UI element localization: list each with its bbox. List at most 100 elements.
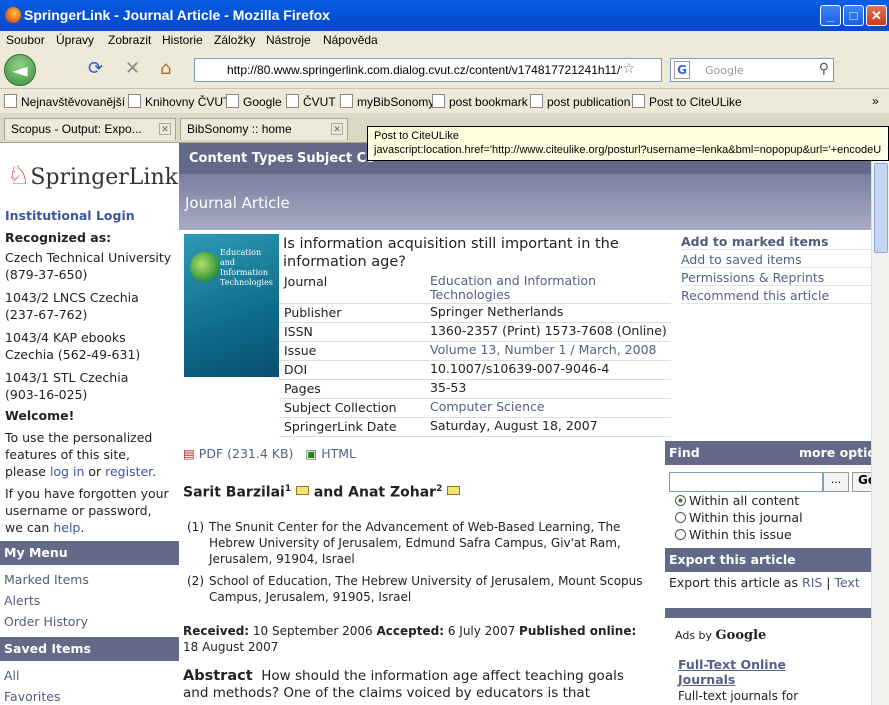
recommend-article-link[interactable]: Recommend this article: [681, 288, 871, 304]
reload-icon[interactable]: ⟳: [88, 59, 103, 79]
minimize-button[interactable]: _: [820, 5, 841, 26]
meta-issue: Issue Volume 13, Number 1 / March, 2008: [279, 342, 671, 361]
pdf-link[interactable]: PDF (231.4 KB): [199, 446, 294, 461]
ad-description: Full-text journals for: [678, 689, 799, 703]
go-button[interactable]: Go: [852, 472, 872, 492]
journal-cover-image[interactable]: Education and Information Technologies: [184, 234, 279, 377]
maximize-button[interactable]: □: [843, 5, 864, 26]
nav-subject-collections[interactable]: Subject Co: [297, 151, 375, 166]
meta-issn: ISSN 1360-2357 (Print) 1573-7608 (Online): [279, 323, 671, 342]
menu-nastroje[interactable]: Nástroje: [266, 33, 311, 47]
export-ris-link[interactable]: RIS: [802, 575, 822, 590]
star-icon[interactable]: ☆: [622, 61, 635, 77]
meta-springerlink-date: SpringerLink Date Saturday, August 18, 20…: [279, 418, 671, 437]
url-bar[interactable]: http://80.www.springerlink.com.dialog.cv…: [194, 58, 662, 82]
bookmark-post-publication[interactable]: post publication: [530, 94, 630, 109]
bookmark-most-visited[interactable]: Nejnavštěvovanější: [4, 94, 125, 109]
menu-zalozky[interactable]: Záložky: [214, 33, 255, 47]
bookmark-knihovny[interactable]: Knihovny ČVUT: [128, 94, 230, 109]
abstract-label: Abstract: [183, 668, 253, 684]
radio-this-issue[interactable]: Within this issue: [675, 527, 792, 542]
my-menu-header: My Menu: [0, 541, 179, 565]
tab-scopus[interactable]: Scopus - Output: Expo... ✕: [4, 118, 176, 140]
recognized-as-label: Recognized as:: [5, 230, 112, 245]
subject-link[interactable]: Computer Science: [430, 400, 670, 414]
bookmark-google[interactable]: Google: [226, 94, 282, 109]
org-2: 1043/2 LNCS Czechia (237-67-762): [5, 290, 139, 322]
globe-icon: [190, 252, 220, 282]
saved-all[interactable]: All: [4, 668, 20, 683]
vertical-scrollbar[interactable]: [871, 143, 889, 705]
html-link[interactable]: HTML: [321, 446, 356, 461]
close-icon[interactable]: ✕: [159, 123, 171, 135]
issue-link[interactable]: Volume 13, Number 1 / March, 2008: [430, 343, 670, 357]
scrollbar-thumb[interactable]: [874, 163, 888, 253]
url-text[interactable]: http://80.www.springerlink.com.dialog.cv…: [227, 63, 622, 77]
close-icon[interactable]: ✕: [331, 123, 343, 135]
menu-historie[interactable]: Historie: [162, 33, 203, 47]
more-options-link[interactable]: more optio: [799, 445, 876, 460]
help-link[interactable]: help: [53, 520, 80, 535]
saved-items-header: Saved Items: [0, 637, 179, 661]
divider: [665, 608, 871, 618]
html-icon: ▣: [305, 446, 318, 461]
springerlink-logo: ♘SpringerLink: [7, 161, 178, 191]
bookmark-post-bookmark[interactable]: post bookmark: [432, 94, 528, 109]
chevron-more-icon[interactable]: »: [872, 94, 879, 108]
meta-pages: Pages 35-53: [279, 380, 671, 399]
menu-marked-items[interactable]: Marked Items: [4, 572, 89, 587]
find-input[interactable]: [669, 472, 823, 492]
export-text-link[interactable]: Text: [835, 575, 860, 590]
back-button[interactable]: ◄: [4, 54, 36, 86]
tab-bibsonomy[interactable]: BibSonomy :: home ✕: [180, 118, 348, 140]
authors: Sarit Barzilai1 and Anat Zohar2: [183, 484, 461, 501]
home-icon[interactable]: ⌂: [160, 59, 171, 79]
welcome-label: Welcome!: [5, 408, 75, 423]
stop-icon[interactable]: ✕: [125, 59, 140, 79]
ad-link[interactable]: Full-Text Online Journals: [678, 657, 808, 687]
menu-order-history[interactable]: Order History: [4, 614, 88, 629]
close-button[interactable]: ✕: [866, 5, 887, 26]
register-link[interactable]: register: [105, 464, 152, 479]
menu-alerts[interactable]: Alerts: [4, 593, 40, 608]
radio-all-content[interactable]: Within all content: [675, 493, 799, 508]
ads-by-google: Ads by Google: [675, 628, 767, 643]
add-to-saved-items-link[interactable]: Add to saved items: [681, 252, 871, 268]
meta-doi: DOI 10.1007/s10639-007-9046-4: [279, 361, 671, 380]
search-bar[interactable]: G Google ⚲: [670, 58, 834, 82]
institutional-login-link[interactable]: Institutional Login: [5, 207, 135, 224]
page-content: ♘SpringerLink Institutional Login Recogn…: [0, 143, 889, 705]
search-icon[interactable]: ⚲: [819, 61, 829, 77]
org-3: 1043/4 KAP ebooks Czechia (562-49-631): [5, 330, 141, 362]
left-sidebar: ♘SpringerLink Institutional Login Recogn…: [0, 143, 179, 705]
find-options-button[interactable]: ...: [823, 472, 849, 492]
firefox-icon: [5, 7, 21, 23]
email-icon[interactable]: [295, 485, 309, 495]
menu-napoveda[interactable]: Nápověda: [323, 33, 378, 47]
saved-favorites[interactable]: Favorites: [4, 689, 60, 704]
nav-content-types[interactable]: Content Types: [189, 151, 293, 166]
bookmark-cvut[interactable]: ČVUT: [286, 94, 336, 109]
meta-publisher: Publisher Springer Netherlands: [279, 304, 671, 323]
menu-bar: Soubor Úpravy Zobrazit Historie Záložky …: [0, 31, 889, 51]
tooltip: Post to CiteULike javascript:location.hr…: [367, 126, 889, 161]
search-input[interactable]: Google: [705, 64, 744, 77]
journal-link[interactable]: Education and Information Technologies: [430, 274, 670, 302]
menu-soubor[interactable]: Soubor: [6, 33, 45, 47]
google-engine-icon[interactable]: G: [674, 61, 690, 79]
meta-subject-collection: Subject Collection Computer Science: [279, 399, 671, 418]
menu-upravy[interactable]: Úpravy: [56, 33, 94, 47]
radio-this-journal[interactable]: Within this journal: [675, 510, 803, 525]
author-1[interactable]: Sarit Barzilai: [183, 485, 285, 501]
bookmark-post-to-citeulike[interactable]: Post to CiteULike: [632, 94, 742, 109]
email-icon[interactable]: [447, 485, 461, 495]
navigation-toolbar: ◄ ⟳ ✕ ⌂ http://80.www.springerlink.com.d…: [0, 51, 889, 89]
menu-zobrazit[interactable]: Zobrazit: [108, 33, 151, 47]
login-text: To use the personalized features of this …: [5, 430, 157, 479]
bookmark-mybibsonomy[interactable]: myBibSonomy: [340, 94, 434, 109]
meta-journal: Journal Education and Information Technol…: [279, 273, 671, 304]
login-link[interactable]: log in: [50, 464, 84, 479]
add-to-marked-items-link[interactable]: Add to marked items: [681, 234, 871, 250]
permissions-reprints-link[interactable]: Permissions & Reprints: [681, 270, 871, 286]
author-2[interactable]: Anat Zohar: [348, 485, 436, 501]
